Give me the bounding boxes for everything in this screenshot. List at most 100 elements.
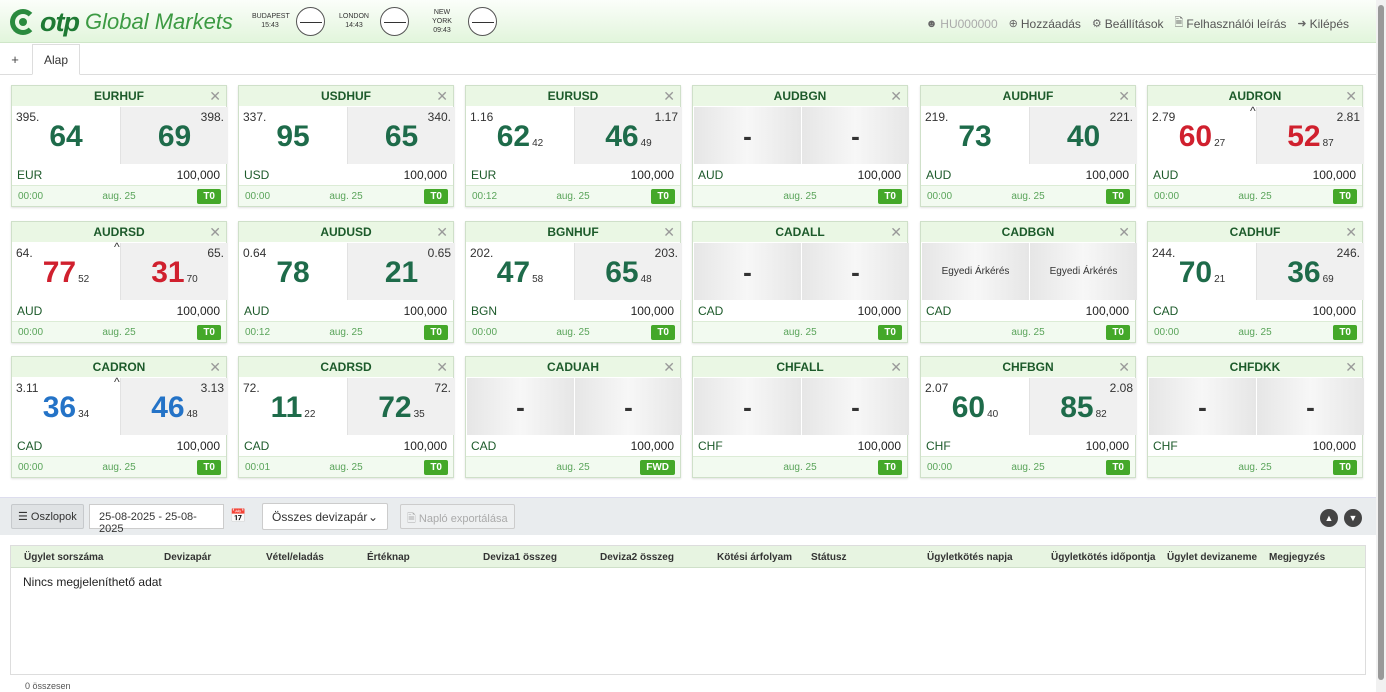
logout-button[interactable]: ➜ Kilépés bbox=[1297, 14, 1349, 33]
sell-price-button[interactable]: 0.64 78 bbox=[239, 243, 347, 300]
dealt-currency[interactable]: AUD bbox=[698, 168, 723, 182]
tenor-badge[interactable]: T0 bbox=[1333, 460, 1357, 475]
close-icon[interactable]: ✕ bbox=[663, 222, 675, 242]
amount-input[interactable]: 100,000 bbox=[631, 304, 674, 318]
close-icon[interactable]: ✕ bbox=[663, 86, 675, 106]
amount-input[interactable]: 100,000 bbox=[404, 439, 447, 453]
manual-link[interactable]: 🗎 Felhasználói leírás bbox=[1175, 14, 1287, 33]
sell-price-button[interactable]: - bbox=[693, 378, 801, 435]
dealt-currency[interactable]: CHF bbox=[926, 439, 951, 453]
close-icon[interactable]: ✕ bbox=[890, 86, 902, 106]
chevron-up-icon[interactable]: ▲ bbox=[1320, 509, 1338, 527]
page-scrollbar[interactable] bbox=[1376, 0, 1386, 692]
amount-input[interactable]: 100,000 bbox=[404, 304, 447, 318]
tenor-badge[interactable]: T0 bbox=[197, 460, 221, 475]
buy-price-button[interactable]: - bbox=[574, 378, 682, 435]
tenor-badge[interactable]: T0 bbox=[651, 325, 675, 340]
amount-input[interactable]: 100,000 bbox=[1086, 168, 1129, 182]
amount-input[interactable]: 100,000 bbox=[1313, 168, 1356, 182]
buy-price-button[interactable]: - bbox=[801, 243, 909, 300]
buy-price-button[interactable]: 221. 40 bbox=[1029, 107, 1137, 164]
amount-input[interactable]: 100,000 bbox=[631, 439, 674, 453]
dealt-currency[interactable]: EUR bbox=[471, 168, 496, 182]
dealt-currency[interactable]: USD bbox=[244, 168, 269, 182]
value-date[interactable]: aug. 25 bbox=[466, 191, 680, 202]
price-tile[interactable]: EURUSD ✕ 1.16 62 42 1.17 46 49 EUR 100,000 0… bbox=[465, 85, 682, 207]
buy-price-button[interactable]: 398. 69 bbox=[120, 107, 228, 164]
sell-price-button[interactable]: 337. 95 bbox=[239, 107, 347, 164]
price-tile[interactable]: CADALL ✕ -- CAD 100,000 aug. 25 T0 bbox=[692, 221, 909, 343]
dealt-currency[interactable]: CAD bbox=[698, 304, 723, 318]
export-log-button[interactable]: 🗎 Napló exportálása bbox=[400, 504, 515, 529]
tenor-badge[interactable]: T0 bbox=[1333, 189, 1357, 204]
sell-price-button[interactable]: - bbox=[1148, 378, 1256, 435]
tenor-badge[interactable]: T0 bbox=[878, 460, 902, 475]
value-date[interactable]: aug. 25 bbox=[921, 191, 1135, 202]
close-icon[interactable]: ✕ bbox=[1118, 357, 1130, 377]
tenor-badge[interactable]: T0 bbox=[1106, 189, 1130, 204]
close-icon[interactable]: ✕ bbox=[436, 222, 448, 242]
amount-input[interactable]: 100,000 bbox=[1086, 439, 1129, 453]
columns-button[interactable]: ☰ Oszlopok bbox=[11, 504, 84, 529]
value-date[interactable]: aug. 25 bbox=[1148, 327, 1362, 338]
sell-price-button[interactable]: 2.07 60 40 bbox=[921, 378, 1029, 435]
buy-price-button[interactable]: 0.65 21 bbox=[347, 243, 455, 300]
value-date[interactable]: aug. 25 bbox=[921, 327, 1135, 338]
value-date[interactable]: aug. 25 bbox=[239, 462, 453, 473]
close-icon[interactable]: ✕ bbox=[1345, 86, 1357, 106]
tenor-badge[interactable]: T0 bbox=[878, 325, 902, 340]
sell-price-button[interactable]: 2.79 60 27 bbox=[1148, 107, 1256, 164]
buy-price-button[interactable]: 2.08 85 82 bbox=[1029, 378, 1137, 435]
close-icon[interactable]: ✕ bbox=[890, 222, 902, 242]
calendar-icon[interactable]: 📅 bbox=[230, 508, 246, 524]
dealt-currency[interactable]: AUD bbox=[926, 168, 951, 182]
sell-price-button[interactable]: 1.16 62 42 bbox=[466, 107, 574, 164]
tenor-badge[interactable]: FWD bbox=[640, 460, 675, 475]
close-icon[interactable]: ✕ bbox=[1118, 222, 1130, 242]
value-date[interactable]: aug. 25 bbox=[12, 327, 226, 338]
tenor-badge[interactable]: T0 bbox=[878, 189, 902, 204]
price-tile[interactable]: CADUAH ✕ -- CAD 100,000 aug. 25 FWD bbox=[465, 356, 682, 478]
close-icon[interactable]: ✕ bbox=[436, 357, 448, 377]
price-tile[interactable]: AUDBGN ✕ -- AUD 100,000 aug. 25 T0 bbox=[692, 85, 909, 207]
sell-price-button[interactable]: - bbox=[693, 243, 801, 300]
buy-price-button[interactable]: 340. 65 bbox=[347, 107, 455, 164]
date-range-input[interactable]: 25-08-2025 - 25-08-2025 bbox=[89, 504, 224, 535]
sell-price-button[interactable]: Egyedi Árkérés bbox=[921, 243, 1029, 300]
add-button[interactable]: ⊕ Hozzáadás bbox=[1009, 14, 1081, 33]
tenor-badge[interactable]: T0 bbox=[1106, 460, 1130, 475]
price-tile[interactable]: CADRSD ✕ 72. 11 22 72. 72 35 CAD 100,000 00:… bbox=[238, 356, 455, 478]
sell-price-button[interactable]: 3.11 36 34 bbox=[12, 378, 120, 435]
tenor-badge[interactable]: T0 bbox=[197, 189, 221, 204]
buy-price-button[interactable]: 2.81 52 87 bbox=[1256, 107, 1364, 164]
buy-price-button[interactable]: - bbox=[1256, 378, 1364, 435]
sell-price-button[interactable]: 395. 64 bbox=[12, 107, 120, 164]
sell-price-button[interactable]: 244. 70 21 bbox=[1148, 243, 1256, 300]
buy-price-button[interactable]: Egyedi Árkérés bbox=[1029, 243, 1137, 300]
close-icon[interactable]: ✕ bbox=[1345, 222, 1357, 242]
grid-column-header[interactable]: Megjegyzés bbox=[1269, 552, 1325, 563]
close-icon[interactable]: ✕ bbox=[1345, 357, 1357, 377]
tenor-badge[interactable]: T0 bbox=[424, 189, 448, 204]
dealt-currency[interactable]: AUD bbox=[17, 304, 42, 318]
close-icon[interactable]: ✕ bbox=[663, 357, 675, 377]
amount-input[interactable]: 100,000 bbox=[404, 168, 447, 182]
buy-price-button[interactable]: - bbox=[801, 107, 909, 164]
price-tile[interactable]: BGNHUF ✕ 202. 47 58 203. 65 48 BGN 100,000 0… bbox=[465, 221, 682, 343]
tenor-badge[interactable]: T0 bbox=[1333, 325, 1357, 340]
sell-price-button[interactable]: - bbox=[693, 107, 801, 164]
user-account[interactable]: ☻ HU000000 bbox=[926, 14, 998, 33]
buy-price-button[interactable]: 203. 65 48 bbox=[574, 243, 682, 300]
grid-column-header[interactable]: Értéknap bbox=[367, 552, 410, 563]
tenor-badge[interactable]: T0 bbox=[197, 325, 221, 340]
amount-input[interactable]: 100,000 bbox=[1313, 439, 1356, 453]
amount-input[interactable]: 100,000 bbox=[1313, 304, 1356, 318]
value-date[interactable]: aug. 25 bbox=[693, 191, 907, 202]
sell-price-button[interactable]: 219. 73 bbox=[921, 107, 1029, 164]
add-tab-button[interactable]: + bbox=[5, 52, 25, 67]
dealt-currency[interactable]: CAD bbox=[1153, 304, 1178, 318]
price-tile[interactable]: CADRON ✕ ^ 3.11 36 34 3.13 46 48 CAD 100,000… bbox=[11, 356, 228, 478]
pair-filter-select[interactable]: Összes devizapár ⌄ bbox=[262, 503, 388, 530]
buy-price-button[interactable]: 246. 36 69 bbox=[1256, 243, 1364, 300]
amount-input[interactable]: 100,000 bbox=[177, 168, 220, 182]
